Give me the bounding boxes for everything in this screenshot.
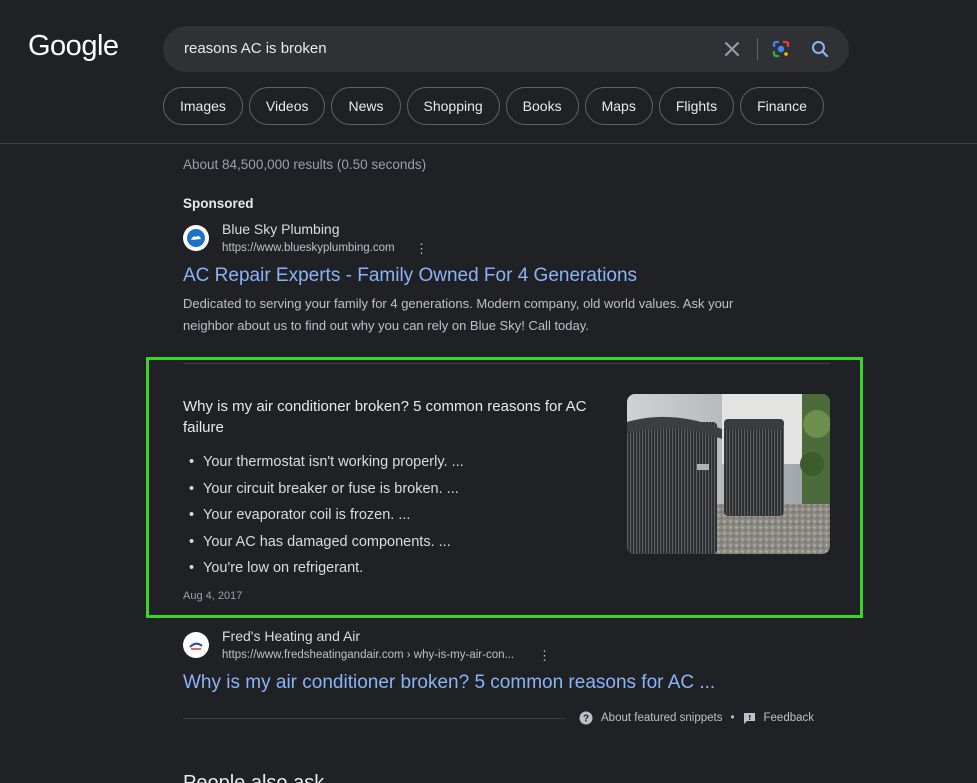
- list-item: Your circuit breaker or fuse is broken. …: [189, 478, 464, 505]
- featured-snippet-date: Aug 4, 2017: [183, 590, 243, 602]
- feedback-link[interactable]: Feedback: [764, 712, 815, 724]
- list-item: Your thermostat isn't working properly. …: [189, 451, 464, 478]
- chip-books[interactable]: Books: [505, 87, 579, 125]
- ad-more-options-icon[interactable]: ⋮: [415, 242, 428, 255]
- chip-shopping[interactable]: Shopping: [406, 87, 500, 125]
- source-site-url[interactable]: https://www.fredsheatingandair.com › why…: [222, 649, 514, 661]
- searchbox-divider: [757, 38, 758, 60]
- ad-snippet: Dedicated to serving your family for 4 g…: [183, 296, 734, 333]
- header-divider: [0, 143, 977, 144]
- footer-separator: •: [730, 712, 735, 724]
- blue-sky-favicon: [183, 225, 209, 251]
- result-stats: About 84,500,000 results (0.50 seconds): [183, 157, 427, 172]
- sponsored-label: Sponsored: [183, 196, 254, 211]
- freds-favicon: [183, 632, 209, 658]
- google-logo[interactable]: Google: [28, 30, 119, 63]
- ad-site-url[interactable]: https://www.blueskyplumbing.com: [222, 242, 395, 254]
- source-title-link[interactable]: Why is my air conditioner broken? 5 comm…: [183, 672, 715, 694]
- ad-title-link[interactable]: AC Repair Experts - Family Owned For 4 G…: [183, 265, 637, 287]
- list-item: You're low on refrigerant.: [189, 557, 464, 584]
- chip-flights[interactable]: Flights: [658, 87, 735, 125]
- list-item: Your evaporator coil is frozen. ...: [189, 504, 464, 531]
- filter-chips: Images Videos News Shopping Books Maps F…: [163, 87, 824, 125]
- search-input[interactable]: reasons AC is broken: [184, 40, 327, 57]
- search-results-page: Google reasons AC is broken Images Video…: [0, 0, 977, 783]
- chip-images[interactable]: Images: [163, 87, 243, 125]
- help-icon: ?: [579, 711, 593, 725]
- search-box[interactable]: reasons AC is broken: [163, 26, 849, 72]
- ad-site-name[interactable]: Blue Sky Plumbing: [222, 221, 340, 237]
- chip-videos[interactable]: Videos: [248, 87, 326, 125]
- feedback-icon: [743, 712, 755, 724]
- ac-unit-image[interactable]: [627, 394, 830, 554]
- featured-snippet-footer: ? About featured snippets • Feedback: [579, 711, 814, 725]
- chip-finance[interactable]: Finance: [740, 87, 824, 125]
- source-more-options-icon[interactable]: ⋮: [538, 649, 551, 662]
- list-item: Your AC has damaged components. ...: [189, 531, 464, 558]
- svg-text:?: ?: [583, 714, 589, 725]
- featured-snippet-list: Your thermostat isn't working properly. …: [189, 451, 464, 584]
- chip-maps[interactable]: Maps: [584, 87, 653, 125]
- google-lens-icon[interactable]: [767, 26, 795, 72]
- source-site-name[interactable]: Fred's Heating and Air: [222, 628, 360, 644]
- about-featured-snippets-link[interactable]: About featured snippets: [601, 712, 722, 724]
- chip-news[interactable]: News: [331, 87, 401, 125]
- people-also-ask-heading: People also ask: [183, 772, 325, 783]
- search-icon[interactable]: [807, 26, 833, 72]
- featured-snippet-heading: Why is my air conditioner broken? 5 comm…: [183, 398, 587, 436]
- clear-icon[interactable]: [719, 26, 745, 72]
- footer-divider: [183, 718, 565, 719]
